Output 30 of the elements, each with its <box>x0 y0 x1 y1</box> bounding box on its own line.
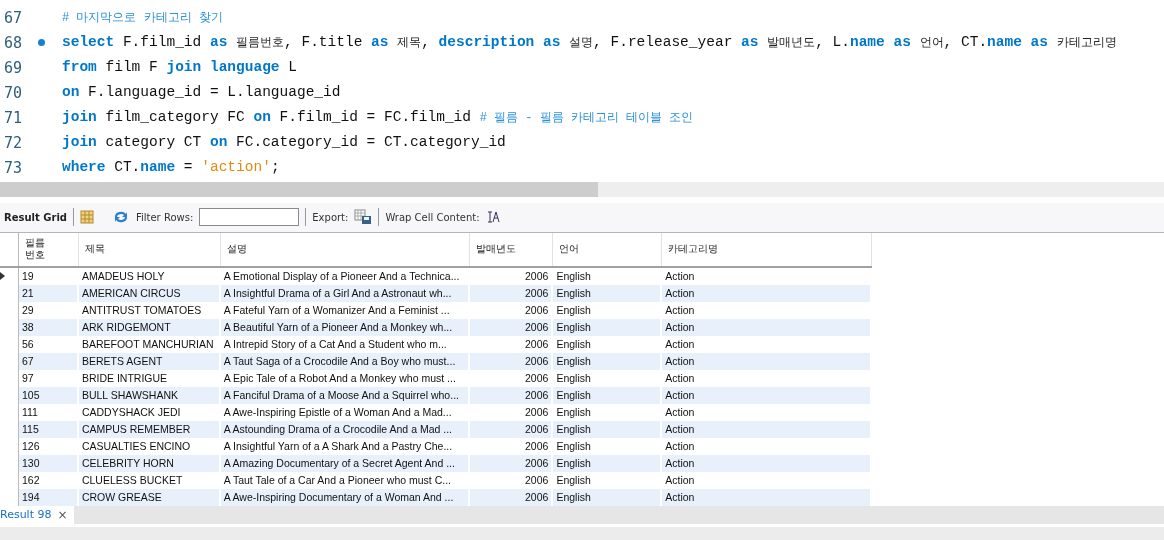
code-line: from film F join language L <box>62 59 297 76</box>
horizontal-scrollbar[interactable] <box>0 181 1164 197</box>
export-icon[interactable] <box>354 209 373 226</box>
column-header[interactable]: 언어 <box>553 232 663 266</box>
code-line: select F.film_id as 필름번호, F.title as 제목, description as 설명, F.release_year as 발매년도, L.name as 언어, CT.name as 카테고리명 <box>62 34 1117 51</box>
column-header[interactable]: 제목 <box>78 232 221 266</box>
export-label: Export: <box>312 211 349 223</box>
column-header[interactable]: 설명 <box>220 232 471 266</box>
line-number: 73 <box>3 158 24 177</box>
column-header[interactable]: 발매년도 <box>470 232 554 266</box>
result-grid-label: Result Grid <box>4 211 67 223</box>
line-number: 69 <box>3 58 24 77</box>
line-number: 70 <box>3 83 24 102</box>
line-number: 72 <box>3 133 24 152</box>
filter-rows-label: Filter Rows: <box>135 211 194 223</box>
column-header[interactable]: 필름 번호 <box>19 232 79 266</box>
code-line: where CT.name = 'action'; <box>62 159 280 176</box>
line-number: 68 <box>3 33 24 52</box>
code-line: join category CT on FC.category_id = CT.category_id <box>62 134 506 151</box>
code-line: join film_category FC on F.film_id = FC.film_id # 필름 - 필름 카테고리 테이블 조인 <box>62 109 694 126</box>
code-line: # 마지막으로 카테고리 찾기 <box>62 10 223 26</box>
code-line: on F.language_id = L.language_id <box>62 84 341 101</box>
grid-icon[interactable] <box>79 210 94 225</box>
filter-rows-field[interactable] <box>199 208 300 227</box>
column-header[interactable]: 카테고리명 <box>662 232 872 266</box>
line-number: 67 <box>3 8 24 27</box>
close-tab-button[interactable]: × <box>57 507 68 522</box>
wrap-text-icon[interactable] <box>485 210 500 225</box>
wrap-cell-content-label: Wrap Cell Content: <box>385 211 480 223</box>
line-number: 71 <box>3 108 24 127</box>
